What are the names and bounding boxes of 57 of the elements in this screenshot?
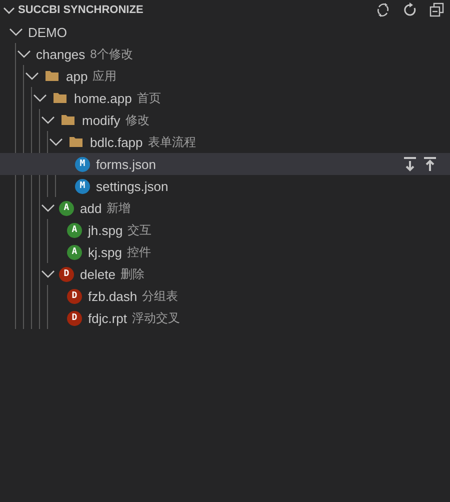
tree-item[interactable]: A add 新增 [0,197,450,219]
item-description: 表单流程 [148,134,196,150]
item-label: jh.spg [88,222,123,238]
tree-item[interactable]: home.app 首页 [0,87,450,109]
status-badge: A [59,200,74,216]
item-description: 分组表 [142,288,178,304]
item-description: 删除 [120,266,144,282]
status-badge: A [67,244,82,260]
status-badge: A [67,222,82,238]
item-label: fdjc.rpt [88,310,128,326]
folder-icon [52,90,68,106]
upload-icon[interactable] [422,156,438,172]
tree-item[interactable]: DEMO [0,21,450,43]
folder-icon [44,68,60,84]
item-description: 新增 [106,200,131,216]
folder-icon [68,134,84,150]
status-badge: M [75,178,90,194]
item-label: fzb.dash [88,288,138,304]
item-description: 修改 [125,112,150,128]
item-label: changes [36,46,86,62]
sync-icon[interactable] [375,2,391,18]
tree-item[interactable]: D fdjc.rpt 浮动交叉 [0,307,450,329]
item-description: 控件 [126,244,151,260]
tree-item[interactable]: A kj.spg 控件 [0,241,450,263]
tree-item[interactable]: bdlc.fapp 表单流程 [0,131,450,153]
item-label: bdlc.fapp [90,134,143,150]
status-badge: D [67,310,82,326]
tree-item[interactable]: D delete 删除 [0,263,450,285]
status-badge: D [67,288,82,304]
tree-item[interactable]: modify 修改 [0,109,450,131]
item-label: settings.json [96,178,168,194]
item-description: 浮动交叉 [132,310,180,326]
folder-icon [60,112,76,128]
refresh-icon[interactable] [402,2,418,18]
item-label: modify [82,112,120,128]
item-label: add [80,200,102,216]
item-label: app [66,68,88,84]
status-badge: M [75,156,90,172]
item-label: forms.json [96,156,156,172]
item-label: kj.spg [88,244,122,260]
tree-item[interactable]: changes 8个修改 [0,43,450,65]
item-description: 8个修改 [90,46,133,62]
item-label: home.app [74,90,132,106]
collapse-all-icon[interactable] [429,2,445,18]
status-badge: D [59,266,74,282]
tree-item[interactable]: app 应用 [0,65,450,87]
tree-item[interactable]: D fzb.dash 分组表 [0,285,450,307]
item-description: 应用 [92,68,117,84]
item-label: delete [80,266,116,282]
download-icon[interactable] [402,156,418,172]
tree-item[interactable]: M forms.json [0,153,450,175]
tree-item[interactable]: A jh.spg 交互 [0,219,450,241]
section-title: SUCCBI SYNCHRONIZE [18,4,144,16]
item-label: DEMO [28,24,67,40]
item-description: 交互 [128,222,152,238]
tree-item[interactable]: M settings.json [0,175,450,197]
item-description: 首页 [136,90,161,106]
